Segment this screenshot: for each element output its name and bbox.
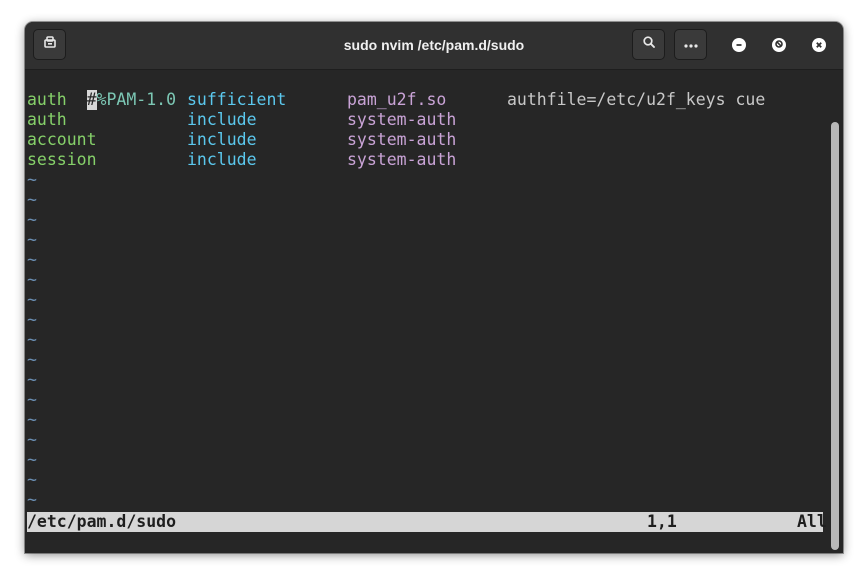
pam-rule-row: account include system-auth — [27, 130, 456, 150]
more-dots-icon — [683, 36, 699, 54]
pam-rule-row: auth sufficient pam_u2f.so authfile=/etc… — [27, 90, 765, 110]
rule-module: system-auth — [347, 110, 457, 129]
scrollbar-thumb[interactable] — [831, 122, 839, 550]
editor-line-header: #%PAM-1.0 — [27, 70, 176, 110]
empty-line-tilde: ~ — [27, 270, 37, 289]
empty-line-tilde: ~ — [27, 490, 37, 509]
pam-rule-row: auth include system-auth — [27, 110, 456, 130]
menu-button[interactable] — [674, 29, 707, 60]
empty-line-tilde: ~ — [27, 190, 37, 209]
empty-line-tilde: ~ — [27, 170, 37, 189]
rule-control: sufficient — [187, 90, 287, 109]
status-filename: /etc/pam.d/sudo — [27, 512, 177, 531]
rule-control: include — [187, 130, 257, 149]
rule-control: include — [187, 150, 257, 169]
close-icon — [815, 36, 823, 54]
minimize-icon — [735, 36, 743, 54]
rule-module: pam_u2f.so — [347, 90, 447, 109]
maximize-icon — [774, 36, 784, 54]
close-button[interactable] — [812, 38, 826, 52]
empty-line-tilde: ~ — [27, 430, 37, 449]
rule-module: system-auth — [347, 130, 457, 149]
rule-module: system-auth — [347, 150, 457, 169]
text-cursor: # — [86, 90, 97, 110]
empty-line-tilde: ~ — [27, 250, 37, 269]
empty-line-tilde: ~ — [27, 310, 37, 329]
pam-header-comment: %PAM-1.0 — [96, 90, 177, 109]
empty-line-tilde: ~ — [27, 410, 37, 429]
window-title: sudo nvim /etc/pam.d/sudo — [343, 37, 525, 53]
empty-line-tilde: ~ — [27, 330, 37, 349]
status-scroll-indicator: All — [797, 512, 827, 531]
empty-line-tilde: ~ — [27, 370, 37, 389]
empty-line-tilde: ~ — [27, 210, 37, 229]
rule-type: auth — [27, 110, 67, 129]
empty-line-tilde: ~ — [27, 450, 37, 469]
empty-line-tilde: ~ — [27, 470, 37, 489]
empty-line-tilde: ~ — [27, 230, 37, 249]
terminal-view[interactable]: #%PAM-1.0 auth sufficient pam_u2f.so aut… — [25, 70, 843, 553]
search-icon — [642, 35, 656, 54]
pam-rule-row: session include system-auth — [27, 150, 456, 170]
empty-line-tilde: ~ — [27, 350, 37, 369]
new-tab-button[interactable] — [33, 29, 66, 60]
maximize-button[interactable] — [772, 38, 786, 52]
minimize-button[interactable] — [732, 38, 746, 52]
rule-args: authfile=/etc/u2f_keys cue — [507, 90, 766, 109]
headerbar: sudo nvim /etc/pam.d/sudo — [25, 22, 843, 70]
rule-control: include — [187, 110, 257, 129]
terminal-window: sudo nvim /etc/pam.d/sudo #%PAM-1.0 auth… — [25, 22, 843, 553]
empty-line-tilde: ~ — [27, 290, 37, 309]
vim-statusline: /etc/pam.d/sudo 1,1 All — [27, 512, 827, 532]
empty-line-tilde: ~ — [27, 390, 37, 409]
rule-type: auth — [27, 90, 67, 109]
terminal-tab-icon — [43, 35, 57, 54]
status-cursor-position: 1,1 — [647, 512, 677, 531]
search-button[interactable] — [632, 29, 665, 60]
rule-type: session — [27, 150, 97, 169]
rule-type: account — [27, 130, 97, 149]
